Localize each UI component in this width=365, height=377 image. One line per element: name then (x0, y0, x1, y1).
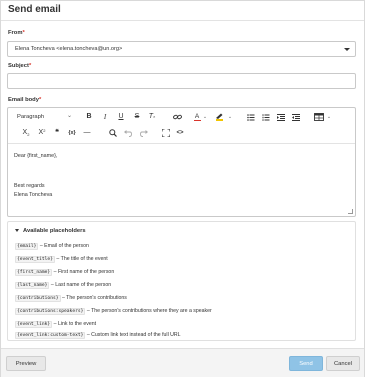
chevron-down-icon[interactable]: ⌄ (202, 112, 208, 122)
dialog-header: Send email (1, 1, 364, 21)
undo-button[interactable] (123, 128, 133, 138)
chevron-down-icon: ⌄ (66, 113, 72, 119)
underline-button[interactable]: U (116, 112, 126, 122)
placeholder-code: {first_name} (15, 269, 53, 276)
table-icon (314, 113, 324, 121)
dialog-title: Send email (8, 4, 61, 15)
link-icon (172, 114, 182, 120)
placeholder-desc: – Custom link text instead of the full U… (86, 332, 181, 338)
fullscreen-button[interactable] (161, 128, 171, 138)
body-line-signature: Elena Toncheva (14, 192, 53, 198)
subject-label: Subject* (8, 63, 31, 69)
send-button[interactable]: Send (289, 356, 323, 371)
blockquote-button[interactable]: ❝ (52, 128, 62, 138)
numbered-list-icon (262, 113, 270, 121)
placeholders-toggle[interactable]: Available placeholders (15, 228, 86, 234)
subject-input[interactable] (7, 73, 356, 89)
bulleted-list-button[interactable] (246, 112, 256, 122)
placeholder-desc: – The person's contributions where they … (86, 308, 212, 314)
superscript-mark: 2 (43, 128, 46, 133)
subscript-mark: 2 (27, 132, 30, 137)
highlight-color-swatch (215, 119, 223, 121)
placeholder-code: {email} (15, 243, 39, 250)
body-line-regards: Best regards (14, 183, 45, 189)
paragraph-format-dropdown[interactable]: Paragraph ⌄ (12, 112, 74, 123)
placeholder-item: {contributions} – The person's contribut… (15, 295, 127, 302)
horizontal-rule-button[interactable]: — (82, 128, 92, 138)
placeholder-code: {event_link:custom-text} (15, 332, 86, 339)
link-button[interactable] (171, 112, 183, 122)
placeholder-item: {event_link:custom-text} – Custom link t… (15, 332, 181, 339)
bulleted-list-icon (247, 113, 255, 121)
placeholder-code: {event_link} (15, 321, 53, 328)
send-email-dialog: Send email From* Elena Toncheva <elena.t… (0, 0, 365, 377)
editor-toolbar: Paragraph ⌄ B I U S T × A ⌄ ⌄ ⌄ X 2 X 2 … (8, 108, 355, 144)
placeholder-item: {event_title} – The title of the event (15, 256, 108, 263)
placeholder-desc: – First name of the person (53, 269, 115, 275)
caret-down-icon (15, 228, 19, 232)
highlight-color-button[interactable] (213, 112, 225, 122)
placeholder-desc: – The title of the event (56, 256, 108, 262)
from-label-text: From (8, 30, 23, 36)
cancel-button[interactable]: Cancel (326, 356, 360, 371)
clear-format-button[interactable]: T × (146, 112, 158, 122)
placeholder-desc: – The person's contributions (61, 295, 127, 301)
dialog-footer: Preview Send Cancel (1, 348, 364, 377)
placeholder-desc: – Last name of the person (50, 282, 112, 288)
bold-button[interactable]: B (84, 112, 94, 122)
subject-required-mark: * (28, 63, 32, 69)
source-code-button[interactable]: <> (174, 128, 186, 138)
email-body-editor: Paragraph ⌄ B I U S T × A ⌄ ⌄ ⌄ X 2 X 2 … (7, 107, 356, 217)
indent-button[interactable] (276, 112, 286, 122)
from-required-mark: * (22, 30, 25, 36)
placeholder-item: {email} – Email of the person (15, 243, 89, 250)
superscript-button[interactable]: X2 (36, 128, 48, 138)
placeholder-code: {event_title} (15, 256, 55, 263)
placeholder-item: {contributions:speakers} – The person's … (15, 308, 212, 315)
placeholders-panel: Available placeholders {email} – Email o… (7, 221, 356, 341)
placeholder-code: {contributions:speakers} (15, 308, 86, 315)
strikethrough-button[interactable]: S (132, 112, 142, 122)
body-line-greeting: Dear {first_name}, (14, 153, 58, 159)
table-button[interactable] (313, 112, 325, 122)
outdent-icon (292, 113, 300, 121)
indent-icon (277, 113, 285, 121)
paragraph-format-value: Paragraph (17, 114, 45, 120)
text-color-swatch (193, 119, 201, 122)
chevron-down-icon[interactable]: ⌄ (227, 112, 233, 122)
from-label: From* (8, 30, 25, 36)
subscript-button[interactable]: X2 (20, 128, 32, 138)
text-color-letter: A (194, 112, 200, 120)
placeholder-item: {event_link} – Link to the event (15, 321, 97, 328)
from-select[interactable]: Elena Toncheva <elena.toncheva@un.org> (7, 41, 356, 57)
chevron-down-icon (344, 48, 350, 51)
placeholder-desc: – Link to the event (53, 321, 97, 327)
italic-button[interactable]: I (100, 112, 110, 122)
from-select-value: Elena Toncheva <elena.toncheva@un.org> (15, 46, 123, 52)
email-body-label-text: Email body (8, 97, 39, 103)
fullscreen-icon (162, 129, 170, 137)
redo-button[interactable] (139, 128, 149, 138)
preview-button[interactable]: Preview (6, 356, 46, 371)
clear-format-x-icon: × (152, 114, 156, 119)
email-body-required-mark: * (38, 97, 42, 103)
subject-label-text: Subject (8, 63, 29, 69)
find-button[interactable] (108, 128, 118, 138)
placeholder-desc: – Email of the person (39, 243, 89, 249)
redo-icon (140, 129, 148, 137)
email-body-content[interactable]: Dear {first_name}, Best regards Elena To… (8, 145, 355, 215)
undo-icon (124, 129, 132, 137)
placeholder-code: {contributions} (15, 295, 61, 302)
placeholder-code: {last_name} (15, 282, 50, 289)
outdent-button[interactable] (291, 112, 301, 122)
email-body-label: Email body* (8, 97, 41, 103)
placeholder-item: {first_name} – First name of the person (15, 269, 115, 276)
numbered-list-button[interactable] (261, 112, 271, 122)
code-button[interactable]: {x} (66, 128, 78, 138)
search-icon (109, 129, 117, 137)
resize-handle-icon[interactable] (348, 209, 353, 214)
placeholders-heading: Available placeholders (23, 228, 86, 234)
chevron-down-icon[interactable]: ⌄ (326, 112, 332, 122)
placeholder-item: {last_name} – Last name of the person (15, 282, 112, 289)
